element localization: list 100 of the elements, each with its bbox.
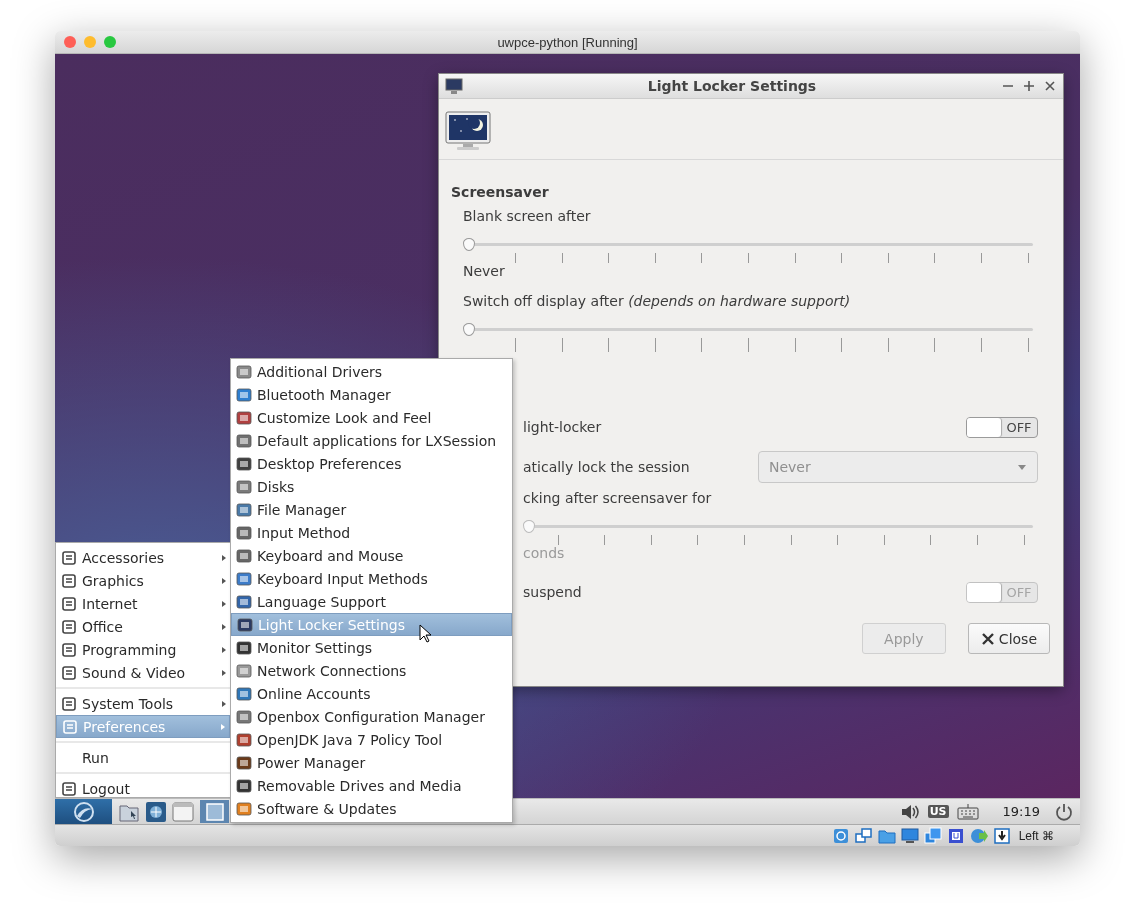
category-icon: [61, 595, 77, 612]
power-icon[interactable]: [1054, 801, 1074, 822]
menu-item[interactable]: Openbox Configuration Manager: [231, 705, 512, 728]
menu-item[interactable]: Run: [56, 746, 230, 769]
category-icon: [61, 641, 77, 658]
app-icon: [237, 616, 253, 633]
app-icon: [236, 754, 252, 771]
menu-item[interactable]: Additional Drivers: [231, 360, 512, 383]
maximize-icon[interactable]: [1022, 79, 1036, 93]
slider-thumb[interactable]: [463, 238, 475, 251]
submenu-arrow-icon: [222, 577, 226, 584]
menu-item[interactable]: Accessories: [56, 546, 230, 569]
submenu-arrow-icon: [222, 646, 226, 653]
caret-icon: [1017, 462, 1027, 472]
menu-item[interactable]: Programming: [56, 638, 230, 661]
menu-item[interactable]: Language Support: [231, 590, 512, 613]
submenu-arrow-icon: [222, 554, 226, 561]
monitor-moon-icon: [445, 111, 491, 151]
app-icon: [236, 478, 252, 495]
menu-item[interactable]: Internet: [56, 592, 230, 615]
menu-item[interactable]: Monitor Settings: [231, 636, 512, 659]
menu-item[interactable]: File Manager: [231, 498, 512, 521]
menu-item[interactable]: Input Method: [231, 521, 512, 544]
mouse-pointer-icon: [419, 624, 433, 644]
value-label: Never: [463, 263, 505, 279]
field-label: cking after screensaver for: [523, 490, 712, 506]
field-label: Switch off display after (depends on hardware support): [463, 293, 851, 309]
field-label: Blank screen after: [463, 208, 591, 224]
menu-item[interactable]: Bluetooth Manager: [231, 383, 512, 406]
menu-item[interactable]: Logout: [56, 777, 230, 800]
menu-item[interactable]: Keyboard and Mouse: [231, 544, 512, 567]
submenu-arrow-icon: [222, 700, 226, 707]
field-label: light-locker: [523, 419, 602, 435]
app-icon: [236, 662, 252, 679]
globe-icon[interactable]: [145, 800, 167, 823]
close-button[interactable]: [64, 36, 76, 48]
display-icon[interactable]: [900, 826, 919, 845]
category-icon: [61, 695, 77, 712]
menu-item[interactable]: Keyboard Input Methods: [231, 567, 512, 590]
menu-item[interactable]: Desktop Preferences: [231, 452, 512, 475]
app-icon: [236, 409, 252, 426]
category-icon: [61, 780, 77, 797]
menu-item[interactable]: OpenJDK Java 7 Policy Tool: [231, 728, 512, 751]
app-icon: [236, 524, 252, 541]
app-icon: [236, 386, 252, 403]
app-icon: [236, 800, 252, 817]
app-icon: [236, 501, 252, 518]
field-label: atically lock the session: [523, 459, 690, 475]
window-icon[interactable]: [172, 800, 194, 823]
menu-item[interactable]: System Tools: [56, 692, 230, 715]
category-icon: [62, 718, 78, 735]
menu-item[interactable]: Disks: [231, 475, 512, 498]
zoom-button[interactable]: [104, 36, 116, 48]
dialog-title: Light Locker Settings: [647, 78, 817, 94]
menu-item[interactable]: Default applications for LXSession: [231, 429, 512, 452]
app-icon: [236, 547, 252, 564]
close-button[interactable]: Close: [967, 623, 1050, 654]
submenu-arrow-icon: [222, 669, 226, 676]
app-icon: [236, 593, 252, 610]
submenu-arrow-icon: [222, 623, 226, 630]
menu-item[interactable]: Sound & Video: [56, 661, 230, 684]
value-label: conds: [523, 545, 565, 561]
windows-icon[interactable]: [923, 826, 942, 845]
window-title: uwpce-python [Running]: [497, 34, 638, 50]
menu-item[interactable]: Office: [56, 615, 230, 638]
app-icon: [236, 685, 252, 702]
monitor-icon: [445, 77, 463, 95]
close-icon: [980, 631, 995, 646]
menu-item[interactable]: Customize Look and Feel: [231, 406, 512, 429]
app-icon: [236, 363, 252, 380]
chip-icon[interactable]: [946, 826, 965, 845]
category-icon: [61, 549, 77, 566]
start-button[interactable]: [55, 799, 112, 824]
close-icon[interactable]: [1043, 79, 1057, 93]
menu-item[interactable]: Network Connections: [231, 659, 512, 682]
network-icon[interactable]: [854, 826, 873, 845]
host-key-label: Left ⌘: [1018, 828, 1054, 843]
section-heading: Screensaver: [451, 184, 549, 200]
submenu-arrow-icon: [222, 600, 226, 607]
clock[interactable]: 19:19: [1002, 804, 1040, 819]
app-icon: [236, 455, 252, 472]
logo-icon: [72, 800, 95, 823]
menu-item[interactable]: Online Accounts: [231, 682, 512, 705]
app-icon: [236, 708, 252, 725]
app-icon: [236, 639, 252, 656]
menu-item[interactable]: Removable Drives and Media: [231, 774, 512, 797]
menu-item[interactable]: Software & Updates: [231, 797, 512, 820]
taskbar-window-button[interactable]: [200, 800, 229, 823]
toggle-switch[interactable]: OFF: [966, 416, 1038, 438]
category-icon: [61, 664, 77, 681]
keyboard-layout-indicator[interactable]: US: [927, 805, 949, 818]
app-icon: [236, 731, 252, 748]
menu-item[interactable]: Graphics: [56, 569, 230, 592]
menu-item[interactable]: Power Manager: [231, 751, 512, 774]
field-label: suspend: [523, 584, 582, 600]
app-icon: [236, 432, 252, 449]
download-icon[interactable]: [992, 826, 1011, 845]
submenu-arrow-icon: [221, 723, 225, 730]
slider-thumb[interactable]: [463, 323, 475, 336]
app-icon: [236, 570, 252, 587]
